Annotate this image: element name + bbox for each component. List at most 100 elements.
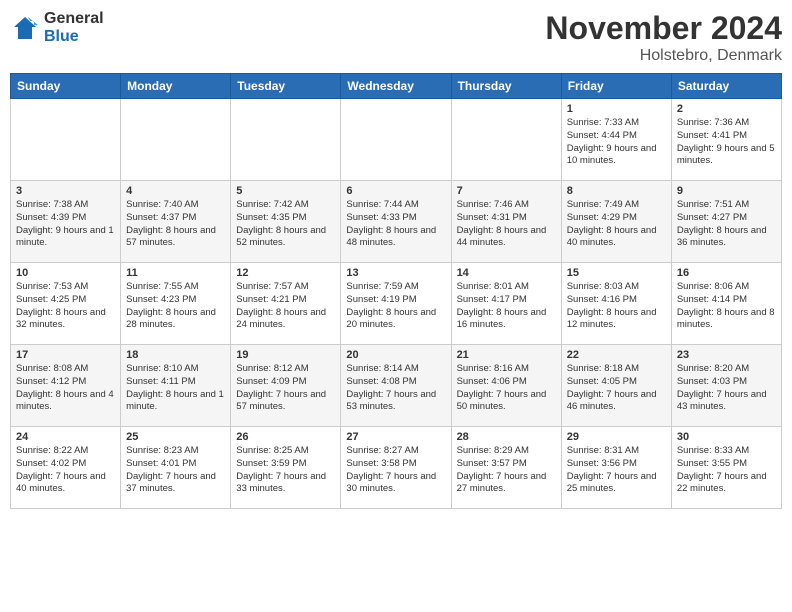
calendar-cell: 24 Sunrise: 8:22 AM Sunset: 4:02 PM Dayli… xyxy=(11,427,121,509)
calendar-cell: 13Sunrise: 7:59 AM Sunset: 4:19 PM Dayli… xyxy=(341,263,451,345)
day-info: Sunrise: 7:53 AM Sunset: 4:25 PM Dayligh… xyxy=(16,281,115,332)
calendar-cell: 29 Sunrise: 8:31 AM Sunset: 3:56 PM Dayli… xyxy=(561,427,671,509)
calendar-cell xyxy=(341,99,451,181)
day-number: 14 xyxy=(457,267,556,279)
calendar-cell: 21 Sunrise: 8:16 AM Sunset: 4:06 PM Dayli… xyxy=(451,345,561,427)
calendar-cell: 10 Sunrise: 7:53 AM Sunset: 4:25 PM Dayli… xyxy=(11,263,121,345)
day-info: Sunrise: 7:55 AM Sunset: 4:23 PM Dayligh… xyxy=(126,281,225,332)
day-number: 12 xyxy=(236,267,335,279)
calendar-cell: 23Sunrise: 8:20 AM Sunset: 4:03 PM Dayli… xyxy=(671,345,781,427)
day-info: Sunrise: 7:49 AM Sunset: 4:29 PM Dayligh… xyxy=(567,199,666,250)
calendar-cell: 28 Sunrise: 8:29 AM Sunset: 3:57 PM Dayli… xyxy=(451,427,561,509)
weekday-header-wednesday: Wednesday xyxy=(341,74,451,99)
location: Holstebro, Denmark xyxy=(545,47,782,65)
calendar-cell: 4 Sunrise: 7:40 AM Sunset: 4:37 PM Daylig… xyxy=(121,181,231,263)
title-block: November 2024 Holstebro, Denmark xyxy=(545,10,782,65)
day-number: 5 xyxy=(236,185,335,197)
day-info: Sunrise: 7:57 AM Sunset: 4:21 PM Dayligh… xyxy=(236,281,335,332)
day-info: Sunrise: 7:42 AM Sunset: 4:35 PM Dayligh… xyxy=(236,199,335,250)
calendar-week-3: 10 Sunrise: 7:53 AM Sunset: 4:25 PM Dayli… xyxy=(11,263,782,345)
day-info: Sunrise: 8:06 AM Sunset: 4:14 PM Dayligh… xyxy=(677,281,776,332)
day-number: 19 xyxy=(236,349,335,361)
calendar-table: SundayMondayTuesdayWednesdayThursdayFrid… xyxy=(10,73,782,509)
calendar-cell: 11 Sunrise: 7:55 AM Sunset: 4:23 PM Dayli… xyxy=(121,263,231,345)
day-number: 28 xyxy=(457,431,556,443)
day-number: 1 xyxy=(567,103,666,115)
day-number: 3 xyxy=(16,185,115,197)
day-info: Sunrise: 7:40 AM Sunset: 4:37 PM Dayligh… xyxy=(126,199,225,250)
day-number: 20 xyxy=(346,349,445,361)
day-number: 24 xyxy=(16,431,115,443)
day-info: Sunrise: 7:59 AM Sunset: 4:19 PM Dayligh… xyxy=(346,281,445,332)
day-number: 6 xyxy=(346,185,445,197)
day-info: Sunrise: 7:44 AM Sunset: 4:33 PM Dayligh… xyxy=(346,199,445,250)
calendar-cell xyxy=(451,99,561,181)
calendar-cell: 22 Sunrise: 8:18 AM Sunset: 4:05 PM Dayli… xyxy=(561,345,671,427)
day-number: 21 xyxy=(457,349,556,361)
calendar-cell: 15 Sunrise: 8:03 AM Sunset: 4:16 PM Dayli… xyxy=(561,263,671,345)
calendar-cell: 2 Sunrise: 7:36 AM Sunset: 4:41 PM Daylig… xyxy=(671,99,781,181)
day-info: Sunrise: 8:33 AM Sunset: 3:55 PM Dayligh… xyxy=(677,445,776,496)
day-number: 22 xyxy=(567,349,666,361)
calendar-cell xyxy=(231,99,341,181)
day-number: 25 xyxy=(126,431,225,443)
calendar-cell: 18 Sunrise: 8:10 AM Sunset: 4:11 PM Dayli… xyxy=(121,345,231,427)
calendar-cell: 19 Sunrise: 8:12 AM Sunset: 4:09 PM Dayli… xyxy=(231,345,341,427)
day-info: Sunrise: 8:03 AM Sunset: 4:16 PM Dayligh… xyxy=(567,281,666,332)
day-number: 8 xyxy=(567,185,666,197)
day-info: Sunrise: 8:14 AM Sunset: 4:08 PM Dayligh… xyxy=(346,363,445,414)
day-number: 11 xyxy=(126,267,225,279)
calendar-cell: 6 Sunrise: 7:44 AM Sunset: 4:33 PM Daylig… xyxy=(341,181,451,263)
day-number: 18 xyxy=(126,349,225,361)
day-info: Sunrise: 8:23 AM Sunset: 4:01 PM Dayligh… xyxy=(126,445,225,496)
day-info: Sunrise: 8:12 AM Sunset: 4:09 PM Dayligh… xyxy=(236,363,335,414)
calendar-cell: 9Sunrise: 7:51 AM Sunset: 4:27 PM Daylig… xyxy=(671,181,781,263)
logo-blue-text: Blue xyxy=(44,28,104,46)
day-info: Sunrise: 8:22 AM Sunset: 4:02 PM Dayligh… xyxy=(16,445,115,496)
calendar-week-1: 1 Sunrise: 7:33 AM Sunset: 4:44 PM Daylig… xyxy=(11,99,782,181)
day-info: Sunrise: 8:10 AM Sunset: 4:11 PM Dayligh… xyxy=(126,363,225,414)
page-header: General Blue November 2024 Holstebro, De… xyxy=(10,10,782,65)
day-number: 10 xyxy=(16,267,115,279)
calendar-cell: 8 Sunrise: 7:49 AM Sunset: 4:29 PM Daylig… xyxy=(561,181,671,263)
calendar-week-5: 24 Sunrise: 8:22 AM Sunset: 4:02 PM Dayli… xyxy=(11,427,782,509)
day-info: Sunrise: 8:16 AM Sunset: 4:06 PM Dayligh… xyxy=(457,363,556,414)
day-info: Sunrise: 8:18 AM Sunset: 4:05 PM Dayligh… xyxy=(567,363,666,414)
day-number: 16 xyxy=(677,267,776,279)
calendar-cell: 17Sunrise: 8:08 AM Sunset: 4:12 PM Dayli… xyxy=(11,345,121,427)
weekday-header-monday: Monday xyxy=(121,74,231,99)
day-number: 26 xyxy=(236,431,335,443)
logo-icon xyxy=(10,13,40,43)
day-number: 15 xyxy=(567,267,666,279)
weekday-header-thursday: Thursday xyxy=(451,74,561,99)
calendar-cell: 7Sunrise: 7:46 AM Sunset: 4:31 PM Daylig… xyxy=(451,181,561,263)
calendar-cell xyxy=(121,99,231,181)
calendar-cell: 27Sunrise: 8:27 AM Sunset: 3:58 PM Dayli… xyxy=(341,427,451,509)
calendar-week-2: 3 Sunrise: 7:38 AM Sunset: 4:39 PM Daylig… xyxy=(11,181,782,263)
day-info: Sunrise: 8:08 AM Sunset: 4:12 PM Dayligh… xyxy=(16,363,115,414)
day-info: Sunrise: 7:36 AM Sunset: 4:41 PM Dayligh… xyxy=(677,117,776,168)
logo-general-text: General xyxy=(44,10,104,28)
calendar-week-4: 17Sunrise: 8:08 AM Sunset: 4:12 PM Dayli… xyxy=(11,345,782,427)
day-number: 29 xyxy=(567,431,666,443)
day-info: Sunrise: 7:33 AM Sunset: 4:44 PM Dayligh… xyxy=(567,117,666,168)
calendar-cell xyxy=(11,99,121,181)
day-info: Sunrise: 7:51 AM Sunset: 4:27 PM Dayligh… xyxy=(677,199,776,250)
calendar-cell: 30 Sunrise: 8:33 AM Sunset: 3:55 PM Dayli… xyxy=(671,427,781,509)
day-number: 30 xyxy=(677,431,776,443)
day-info: Sunrise: 8:01 AM Sunset: 4:17 PM Dayligh… xyxy=(457,281,556,332)
day-info: Sunrise: 8:20 AM Sunset: 4:03 PM Dayligh… xyxy=(677,363,776,414)
calendar-cell: 1 Sunrise: 7:33 AM Sunset: 4:44 PM Daylig… xyxy=(561,99,671,181)
day-number: 4 xyxy=(126,185,225,197)
day-info: Sunrise: 8:25 AM Sunset: 3:59 PM Dayligh… xyxy=(236,445,335,496)
day-info: Sunrise: 8:31 AM Sunset: 3:56 PM Dayligh… xyxy=(567,445,666,496)
day-number: 2 xyxy=(677,103,776,115)
logo: General Blue xyxy=(10,10,104,45)
weekday-header-saturday: Saturday xyxy=(671,74,781,99)
calendar-cell: 20 Sunrise: 8:14 AM Sunset: 4:08 PM Dayli… xyxy=(341,345,451,427)
day-info: Sunrise: 8:27 AM Sunset: 3:58 PM Dayligh… xyxy=(346,445,445,496)
day-info: Sunrise: 8:29 AM Sunset: 3:57 PM Dayligh… xyxy=(457,445,556,496)
day-info: Sunrise: 7:38 AM Sunset: 4:39 PM Dayligh… xyxy=(16,199,115,250)
day-number: 7 xyxy=(457,185,556,197)
calendar-cell: 3 Sunrise: 7:38 AM Sunset: 4:39 PM Daylig… xyxy=(11,181,121,263)
